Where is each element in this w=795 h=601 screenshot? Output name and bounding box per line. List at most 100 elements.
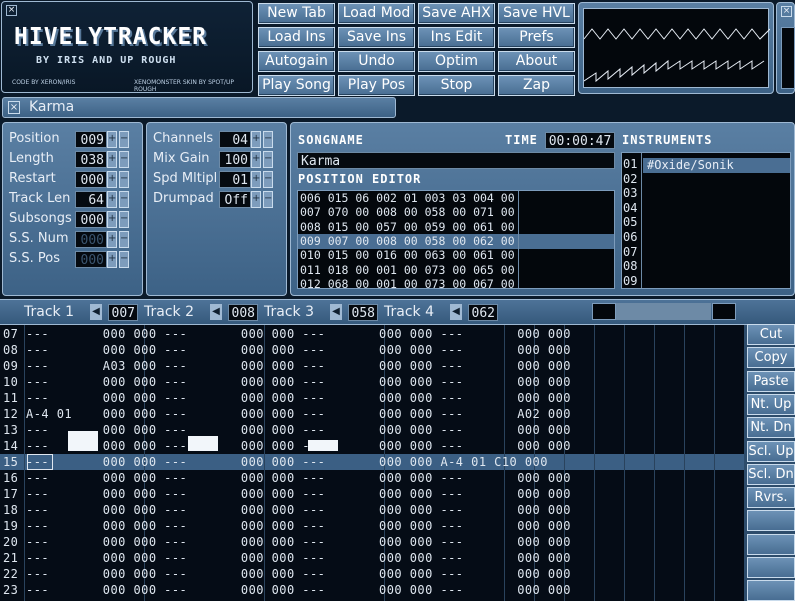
length-minus-button[interactable]: −: [119, 151, 129, 168]
side-button-empty-9[interactable]: [747, 533, 795, 555]
instrument-name-01[interactable]: #Oxide/Sonik: [647, 158, 734, 173]
side-button-paste[interactable]: Paste: [747, 370, 795, 392]
track-prev-arrow-icon[interactable]: ◀: [330, 304, 342, 320]
toolbar-button-save-hvl[interactable]: Save HVL: [498, 3, 575, 24]
toolbar-button-prefs[interactable]: Prefs: [498, 27, 575, 48]
side-button-scl-up[interactable]: Scl. Up: [747, 440, 795, 462]
side-button-nt-up[interactable]: Nt. Up: [747, 393, 795, 415]
s-s-pos-minus-button[interactable]: −: [119, 251, 129, 268]
toolbar-button-autogain[interactable]: Autogain: [258, 51, 335, 72]
track-prev-arrow-icon[interactable]: ◀: [90, 304, 102, 320]
spd-mltipl-plus-button[interactable]: +: [251, 171, 261, 188]
toolbar-button-play-pos[interactable]: Play Pos: [338, 75, 415, 96]
toolbar-button-stop[interactable]: Stop: [418, 75, 495, 96]
side-button-empty-8[interactable]: [747, 510, 795, 532]
position-editor-grid[interactable]: 006 015 06 002 01 003 03 004 00 007 070 0…: [297, 190, 615, 291]
mix-gain-plus-button[interactable]: +: [251, 151, 261, 168]
track-len-minus-button[interactable]: −: [119, 191, 129, 208]
channels-plus-button[interactable]: +: [251, 131, 261, 148]
toolbar-button-new-tab[interactable]: New Tab: [258, 3, 335, 24]
subsongs-minus-button[interactable]: −: [119, 211, 129, 228]
track-len-plus-button[interactable]: +: [107, 191, 117, 208]
pattern-row[interactable]: 12 A-4 01 000 000 --- 000 000 --- 000 00…: [3, 406, 571, 422]
side-button-nt-dn[interactable]: Nt. Dn: [747, 417, 795, 439]
toolbar-button-save-ahx[interactable]: Save AHX: [418, 3, 495, 24]
drumpad-minus-button[interactable]: −: [263, 191, 273, 208]
track-prev-arrow-icon[interactable]: ◀: [210, 304, 222, 320]
pattern-row[interactable]: 19 --- 000 000 --- 000 000 --- 000 000 -…: [3, 518, 571, 534]
track-number-4[interactable]: 062: [468, 304, 498, 321]
side-button-copy[interactable]: Copy: [747, 347, 795, 369]
spd-mltipl-minus-button[interactable]: −: [263, 171, 273, 188]
toolbar-button-play-song[interactable]: Play Song: [258, 75, 335, 96]
restart-plus-button[interactable]: +: [107, 171, 117, 188]
toolbar-button-about[interactable]: About: [498, 51, 575, 72]
s-s-pos-value[interactable]: 000: [75, 251, 107, 268]
position-row[interactable]: 011 018 00 001 00 073 00 065 00: [300, 263, 515, 277]
track-number-1[interactable]: 007: [108, 304, 138, 321]
position-row[interactable]: 010 015 00 016 00 063 00 061 00: [300, 248, 515, 262]
restart-minus-button[interactable]: −: [119, 171, 129, 188]
position-plus-button[interactable]: +: [107, 131, 117, 148]
length-plus-button[interactable]: +: [107, 151, 117, 168]
tab-close-icon[interactable]: ×: [8, 101, 20, 114]
pattern-row[interactable]: 07 --- 000 000 --- 000 000 --- 000 000 -…: [3, 326, 571, 342]
pattern-row[interactable]: 23 --- 000 000 --- 000 000 --- 000 000 -…: [3, 582, 571, 598]
mix-gain-value[interactable]: 100: [219, 151, 251, 168]
s-s-pos-plus-button[interactable]: +: [107, 251, 117, 268]
pattern-row[interactable]: 17 --- 000 000 --- 000 000 --- 000 000 -…: [3, 486, 571, 502]
channels-minus-button[interactable]: −: [263, 131, 273, 148]
track-number-3[interactable]: 058: [348, 304, 378, 321]
track-slider-box-2[interactable]: [712, 303, 736, 320]
pattern-row[interactable]: 15 --- 000 000 --- 000 000 --- 000 000 A…: [3, 454, 548, 470]
position-row[interactable]: 008 015 00 057 00 059 00 061 00: [300, 220, 515, 234]
instrument-list[interactable]: 01 02 03 04 05 06 07 08 09 #Oxide/Sonik: [621, 152, 791, 289]
spd-mltipl-value[interactable]: 01: [219, 171, 251, 188]
side-button-scl-dn[interactable]: Scl. Dn: [747, 463, 795, 485]
pattern-row[interactable]: 21 --- 000 000 --- 000 000 --- 000 000 -…: [3, 550, 571, 566]
tab-karma[interactable]: × Karma: [2, 97, 396, 118]
toolbar-button-optim[interactable]: Optim: [418, 51, 495, 72]
toolbar-button-ins-edit[interactable]: Ins Edit: [418, 27, 495, 48]
pattern-row[interactable]: 09 --- A03 000 --- 000 000 --- 000 000 -…: [3, 358, 571, 374]
drumpad-plus-button[interactable]: +: [251, 191, 261, 208]
s-s-num-plus-button[interactable]: +: [107, 231, 117, 248]
track-len-value[interactable]: 64: [75, 191, 107, 208]
toolbar-button-zap[interactable]: Zap: [498, 75, 575, 96]
side-button-empty-10[interactable]: [747, 557, 795, 578]
pattern-row[interactable]: 11 --- 000 000 --- 000 000 --- 000 000 -…: [3, 390, 571, 406]
track-number-2[interactable]: 008: [228, 304, 258, 321]
position-row[interactable]: 007 070 00 008 00 058 00 071 00: [300, 205, 515, 219]
track-prev-arrow-icon[interactable]: ◀: [450, 304, 462, 320]
s-s-num-value[interactable]: 000: [75, 231, 107, 248]
position-minus-button[interactable]: −: [119, 131, 129, 148]
position-row[interactable]: 006 015 06 002 01 003 03 004 00: [300, 191, 515, 205]
pattern-row[interactable]: 18 --- 000 000 --- 000 000 --- 000 000 -…: [3, 502, 571, 518]
drumpad-value[interactable]: Off: [219, 191, 251, 208]
pattern-row[interactable]: 20 --- 000 000 --- 000 000 --- 000 000 -…: [3, 534, 571, 550]
position-row[interactable]: 012 068 00 001 00 073 00 067 00: [300, 277, 515, 291]
pattern-editor[interactable]: 07 --- 000 000 --- 000 000 --- 000 000 -…: [0, 325, 744, 601]
mix-gain-minus-button[interactable]: −: [263, 151, 273, 168]
s-s-num-minus-button[interactable]: −: [119, 231, 129, 248]
subsongs-plus-button[interactable]: +: [107, 211, 117, 228]
pattern-row[interactable]: 10 --- 000 000 --- 000 000 --- 000 000 -…: [3, 374, 571, 390]
position-row[interactable]: 009 007 00 008 00 058 00 062 00: [300, 234, 515, 248]
scope-close-icon[interactable]: ×: [781, 6, 792, 17]
length-value[interactable]: 038: [75, 151, 107, 168]
subsongs-value[interactable]: 000: [75, 211, 107, 228]
toolbar-button-save-ins[interactable]: Save Ins: [338, 27, 415, 48]
side-button-empty-11[interactable]: [747, 580, 795, 601]
side-button-rvrs[interactable]: Rvrs.: [747, 487, 795, 509]
channels-value[interactable]: 04: [219, 131, 251, 148]
toolbar-button-load-mod[interactable]: Load Mod: [338, 3, 415, 24]
pattern-row[interactable]: 08 --- 000 000 --- 000 000 --- 000 000 -…: [3, 342, 571, 358]
restart-value[interactable]: 000: [75, 171, 107, 188]
track-slider-box-1[interactable]: [592, 303, 616, 320]
side-button-cut[interactable]: Cut: [747, 324, 795, 345]
toolbar-button-load-ins[interactable]: Load Ins: [258, 27, 335, 48]
toolbar-button-undo[interactable]: Undo: [338, 51, 415, 72]
logo-close-icon[interactable]: ×: [6, 5, 17, 16]
position-value[interactable]: 009: [75, 131, 107, 148]
songname-input[interactable]: Karma: [297, 152, 615, 169]
